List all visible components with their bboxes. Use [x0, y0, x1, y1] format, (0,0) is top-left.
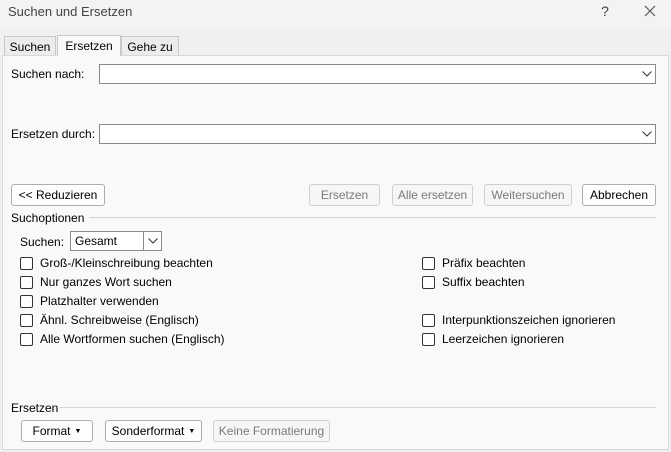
- search-options-heading: Suchoptionen: [11, 211, 85, 225]
- checkbox-label: Interpunktionszeichen ignorieren: [442, 313, 616, 327]
- checkbox-box[interactable]: [422, 275, 435, 289]
- chevron-down-icon: [641, 71, 652, 77]
- find-next-button[interactable]: Weitersuchen: [484, 184, 572, 206]
- checkbox-label: Leerzeichen ignorieren: [442, 332, 565, 346]
- checkbox-box[interactable]: [20, 275, 33, 289]
- search-direction-value: Gesamt: [75, 234, 118, 248]
- checkbox-ignore-whitespace[interactable]: Leerzeichen ignorieren: [422, 331, 564, 347]
- checkbox-label: Platzhalter verwenden: [40, 294, 159, 308]
- search-direction-label: Suchen:: [20, 235, 65, 249]
- find-label: Suchen nach:: [11, 67, 85, 81]
- checkbox-box[interactable]: [20, 332, 33, 346]
- tab-panel: [2, 55, 669, 450]
- tab-ersetzen[interactable]: Ersetzen: [57, 35, 121, 56]
- help-button[interactable]: ?: [598, 3, 612, 19]
- replace-label: Ersetzen durch:: [11, 127, 96, 141]
- checkbox-label: Ähnl. Schreibweise (Englisch): [40, 313, 199, 327]
- caret-down-icon: ▼: [74, 428, 82, 435]
- tab-label: Suchen: [9, 40, 51, 54]
- format-button[interactable]: Format ▼: [21, 420, 93, 442]
- replace-button[interactable]: Ersetzen: [309, 184, 380, 206]
- tab-label: Ersetzen: [65, 39, 113, 53]
- checkbox-label: Präfix beachten: [442, 256, 526, 270]
- tab-suchen[interactable]: Suchen: [4, 36, 56, 55]
- special-button-label: Sonderformat: [111, 424, 185, 438]
- checkbox-label: Groß-/Kleinschreibung beachten: [40, 256, 213, 270]
- checkbox-whole-word[interactable]: Nur ganzes Wort suchen: [20, 274, 172, 290]
- cancel-button[interactable]: Abbrechen: [582, 184, 656, 206]
- divider: [60, 407, 656, 408]
- replace-section-heading: Ersetzen: [11, 401, 59, 415]
- find-input[interactable]: [103, 66, 633, 82]
- checkbox-label: Nur ganzes Wort suchen: [40, 275, 172, 289]
- checkbox-sounds-like[interactable]: Ähnl. Schreibweise (Englisch): [20, 312, 199, 328]
- window-title: Suchen und Ersetzen: [8, 4, 133, 19]
- search-direction-dropdown-button[interactable]: [143, 232, 161, 250]
- close-icon: [644, 5, 656, 17]
- less-button[interactable]: << Reduzieren: [11, 184, 105, 206]
- caret-down-icon: ▼: [188, 428, 196, 435]
- checkbox-match-suffix[interactable]: Suffix beachten: [422, 274, 525, 290]
- checkbox-wildcards[interactable]: Platzhalter verwenden: [20, 293, 159, 309]
- no-formatting-button[interactable]: Keine Formatierung: [213, 420, 330, 442]
- checkbox-box[interactable]: [20, 313, 33, 327]
- checkbox-match-prefix[interactable]: Präfix beachten: [422, 255, 525, 271]
- tab-label: Gehe zu: [127, 40, 173, 54]
- chevron-down-icon: [641, 131, 652, 137]
- checkbox-box[interactable]: [422, 332, 435, 346]
- checkbox-ignore-punctuation[interactable]: Interpunktionszeichen ignorieren: [422, 312, 615, 328]
- search-direction-select[interactable]: Gesamt: [70, 231, 162, 251]
- checkbox-box[interactable]: [422, 256, 435, 270]
- format-button-label: Format: [32, 424, 71, 438]
- replace-dropdown-button[interactable]: [638, 125, 655, 143]
- special-button[interactable]: Sonderformat ▼: [105, 420, 202, 442]
- replace-input[interactable]: [103, 126, 633, 142]
- replace-all-button[interactable]: Alle ersetzen: [392, 184, 473, 206]
- close-button[interactable]: [641, 2, 659, 20]
- checkbox-all-word-forms[interactable]: Alle Wortformen suchen (Englisch): [20, 331, 225, 347]
- divider: [89, 217, 656, 218]
- find-dropdown-button[interactable]: [638, 65, 655, 83]
- tab-gehe-zu[interactable]: Gehe zu: [121, 36, 179, 55]
- checkbox-label: Suffix beachten: [442, 275, 525, 289]
- checkbox-box[interactable]: [20, 256, 33, 270]
- checkbox-box[interactable]: [20, 294, 33, 308]
- checkbox-box[interactable]: [422, 313, 435, 327]
- checkbox-label: Alle Wortformen suchen (Englisch): [40, 332, 225, 346]
- chevron-down-icon: [147, 238, 158, 244]
- replace-combobox[interactable]: [99, 124, 656, 144]
- checkbox-match-case[interactable]: Groß-/Kleinschreibung beachten: [20, 255, 213, 271]
- find-combobox[interactable]: [99, 64, 656, 84]
